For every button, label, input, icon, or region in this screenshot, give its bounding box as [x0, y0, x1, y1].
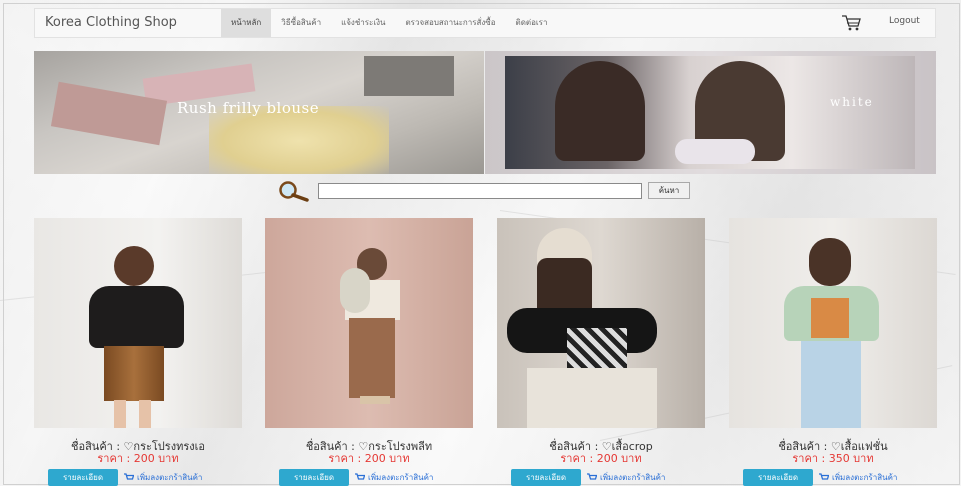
cart-icon — [355, 473, 365, 480]
nav-item-order-status[interactable]: ตรวจสอบสถานะการสั่งซื้อ — [395, 9, 505, 37]
model-leg — [114, 400, 126, 428]
banner-right[interactable]: white — [485, 51, 936, 174]
detail-button[interactable]: รายละเอียด — [743, 469, 813, 486]
model-jeans — [801, 341, 861, 428]
model-head — [809, 238, 851, 286]
model-gingham — [567, 328, 627, 368]
nav-item-contact[interactable]: ติดต่อเรา — [506, 9, 558, 37]
add-to-cart-link[interactable]: เพิ่มลงตะกร้าสินค้า — [819, 471, 897, 484]
cart-icon — [819, 473, 829, 480]
cart-icon — [587, 473, 597, 480]
navbar: Korea Clothing Shop หน้าหลัก วิธีซื้อสิน… — [34, 8, 936, 38]
brand-title[interactable]: Korea Clothing Shop — [45, 15, 177, 30]
product-card: ชื่อสินค้า : ♡เสื้อแฟชั่น ราคา : 350 บาท… — [729, 218, 937, 486]
model-shoes — [360, 396, 390, 404]
model-skirt — [349, 318, 395, 398]
cart-icon[interactable] — [841, 14, 861, 32]
product-price: ราคา : 200 บาท — [560, 452, 642, 465]
banner-right-text: white — [830, 95, 874, 109]
product-card: ชื่อสินค้า : ♡เสื้อcrop ราคา : 200 บาท ร… — [497, 218, 705, 486]
add-to-cart-link[interactable]: เพิ่มลงตะกร้าสินค้า — [587, 471, 665, 484]
model-skirt — [104, 346, 164, 401]
product-card: ชื่อสินค้า : ♡กระโปรงพลีท ราคา : 200 บาท… — [265, 218, 473, 486]
banner-left-text: Rush frilly blouse — [177, 99, 320, 117]
model-top — [89, 286, 184, 348]
product-price: ราคา : 350 บาท — [792, 452, 874, 465]
product-price: ราคา : 200 บาท — [328, 452, 410, 465]
model-head — [114, 246, 154, 286]
detail-button[interactable]: รายละเอียด — [511, 469, 581, 486]
nav-menu: หน้าหลัก วิธีซื้อสินค้า แจ้งชำระเงิน ตรว… — [221, 9, 557, 37]
detail-button[interactable]: รายละเอียด — [48, 469, 118, 486]
banner-flowers — [675, 139, 755, 164]
add-to-cart-link[interactable]: เพิ่มลงตะกร้าสินค้า — [355, 471, 433, 484]
add-to-cart-label: เพิ่มลงตะกร้าสินค้า — [600, 473, 666, 482]
add-to-cart-label: เพิ่มลงตะกร้าสินค้า — [368, 473, 434, 482]
logout-link[interactable]: Logout — [889, 16, 920, 26]
nav-item-home[interactable]: หน้าหลัก — [221, 9, 272, 37]
banner-dark-cloth — [364, 56, 454, 96]
product-card: ชื่อสินค้า : ♡กระโปรงทรงเอ ราคา : 200 บา… — [34, 218, 242, 486]
add-to-cart-label: เพิ่มลงตะกร้าสินค้า — [832, 473, 898, 482]
product-image[interactable] — [34, 218, 242, 428]
cart-icon — [124, 473, 134, 480]
nav-item-payment[interactable]: แจ้งชำระเงิน — [331, 9, 395, 37]
nav-item-how-to-buy[interactable]: วิธีซื้อสินค้า — [271, 9, 331, 37]
banner-left[interactable]: Rush frilly blouse — [34, 51, 484, 174]
product-image[interactable] — [729, 218, 937, 428]
add-to-cart-link[interactable]: เพิ่มลงตะกร้าสินค้า — [124, 471, 202, 484]
model-pants — [527, 368, 657, 428]
model-flowers — [340, 268, 370, 313]
detail-button[interactable]: รายละเอียด — [279, 469, 349, 486]
search-input[interactable] — [318, 183, 642, 199]
product-price: ราคา : 200 บาท — [97, 452, 179, 465]
add-to-cart-label: เพิ่มลงตะกร้าสินค้า — [137, 473, 203, 482]
model-leg — [139, 400, 151, 428]
banner-person-left — [555, 61, 645, 161]
product-image[interactable] — [265, 218, 473, 428]
product-image[interactable] — [497, 218, 705, 428]
search-button[interactable]: ค้นหา — [648, 182, 690, 199]
model-top — [811, 298, 849, 338]
search-icon — [279, 181, 309, 202]
